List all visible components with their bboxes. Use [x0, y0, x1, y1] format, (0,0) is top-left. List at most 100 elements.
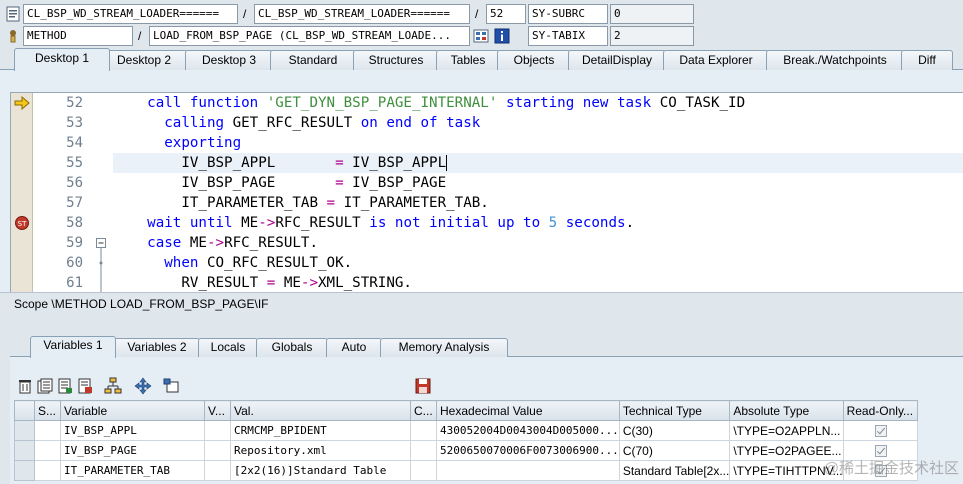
include-field[interactable]: CL_BSP_WD_STREAM_LOADER======: [254, 4, 470, 24]
tab-objects[interactable]: Objects: [497, 50, 571, 70]
table-row[interactable]: IV_BSP_APPL CRMCMP_BPIDENT 430052004D004…: [14, 420, 918, 441]
marker-gutter[interactable]: ST: [11, 93, 33, 292]
save-icon[interactable]: [414, 377, 432, 395]
hex-cell: 5200650070006F0073006900...: [436, 440, 620, 461]
tab-standard[interactable]: Standard: [270, 50, 356, 70]
export-icon[interactable]: [76, 377, 94, 395]
row-selector[interactable]: [14, 440, 35, 461]
absolute-type-cell[interactable]: \TYPE=O2APPLN...: [729, 420, 844, 441]
value-cell[interactable]: [2x2(16)]Standard Table: [230, 460, 411, 481]
variable-cell[interactable]: IT_PARAMETER_TAB: [60, 460, 205, 481]
variable-cell[interactable]: IV_BSP_APPL: [60, 420, 205, 441]
fold-guides: [96, 238, 106, 292]
tab-desktop-1[interactable]: Desktop 1: [14, 48, 110, 71]
column-header[interactable]: Variable: [60, 400, 205, 421]
technical-type-cell: C(70): [618, 440, 731, 461]
column-header[interactable]: S...: [34, 400, 61, 421]
tab-diff[interactable]: Diff: [901, 50, 953, 70]
code-line: IV_BSP_PAGE = IV_BSP_PAGE: [113, 175, 447, 191]
scope-label: Scope \METHOD LOAD_FROM_BSP_PAGE\IF: [0, 292, 963, 314]
separator: /: [243, 7, 247, 21]
column-header[interactable]: Hexadecimal Value: [436, 400, 620, 421]
variables-tabbar: Variables 1 Variables 2 Locals Globals A…: [10, 336, 963, 358]
tab-tables[interactable]: Tables: [436, 50, 500, 70]
separator: /: [475, 7, 479, 21]
technical-type-cell: Standard Table[2x...: [618, 460, 731, 481]
line-number: 54: [66, 135, 83, 151]
tab-detaildisplay[interactable]: DetailDisplay: [568, 50, 666, 70]
delete-icon[interactable]: [16, 377, 34, 395]
source-editor[interactable]: ST 52 53 54 55 56 57 58 59 60 61 call fu…: [10, 92, 963, 292]
hex-cell: [436, 460, 620, 481]
column-header[interactable]: Absolute Type: [729, 400, 844, 421]
breakpoint-icon[interactable]: ST: [14, 216, 30, 230]
code-line: IT_PARAMETER_TAB = IT_PARAMETER_TAB.: [113, 195, 489, 211]
hex-cell: 430052004D0043004D005000...: [436, 420, 620, 441]
value-icon-cell[interactable]: [204, 440, 231, 461]
hierarchy-icon[interactable]: [104, 377, 122, 395]
row-selector[interactable]: [14, 420, 35, 441]
line-number: 53: [66, 115, 83, 131]
line-number: 55: [66, 155, 83, 171]
event-row: METHOD / LOAD_FROM_BSP_PAGE (CL_BSP_WD_S…: [0, 26, 963, 46]
sysfield-name-field[interactable]: SY-SUBRC: [528, 4, 608, 24]
tab-variables-2[interactable]: Variables 2: [114, 338, 200, 357]
line-number: 59: [66, 235, 83, 251]
info-icon[interactable]: [494, 28, 510, 44]
column-header[interactable]: V...: [204, 400, 231, 421]
event-field[interactable]: LOAD_FROM_BSP_PAGE (CL_BSP_WD_STREAM_LOA…: [149, 26, 470, 46]
source-lines[interactable]: call function 'GET_DYN_BSP_PAGE_INTERNAL…: [113, 93, 963, 292]
tab-memory-analysis[interactable]: Memory Analysis: [380, 338, 508, 357]
tab-break-watchpoints[interactable]: Break./Watchpoints: [766, 50, 904, 70]
line-numbers: 52 53 54 55 56 57 58 59 60 61: [33, 93, 83, 292]
open-icon[interactable]: [56, 377, 74, 395]
tab-globals[interactable]: Globals: [256, 338, 328, 357]
table-row[interactable]: IT_PARAMETER_TAB [2x2(16)]Standard Table…: [14, 460, 918, 481]
row-selector[interactable]: [14, 460, 35, 481]
value-icon-cell[interactable]: [204, 460, 231, 481]
code-line: wait until ME->RFC_RESULT is not initial…: [147, 215, 635, 231]
variables-table[interactable]: S... Variable V... Val. C... Hexadecimal…: [14, 400, 918, 481]
read-only-checkbox: [874, 425, 887, 437]
tab-desktop-3[interactable]: Desktop 3: [185, 50, 273, 70]
move-icon[interactable]: [134, 377, 152, 395]
column-header[interactable]: Val.: [230, 400, 411, 421]
change-cell[interactable]: [410, 440, 437, 461]
tab-locals[interactable]: Locals: [198, 338, 258, 357]
sysfield-value-field[interactable]: 0: [610, 4, 694, 24]
variables-panel: Variables 1 Variables 2 Locals Globals A…: [0, 314, 963, 484]
tab-desktop-2[interactable]: Desktop 2: [100, 50, 188, 70]
tab-variables-1[interactable]: Variables 1: [30, 336, 116, 358]
code-line: calling GET_RFC_RESULT on end of task: [164, 115, 481, 131]
row-selector-header[interactable]: [14, 400, 35, 421]
fold-column: [91, 93, 111, 292]
new-tool-icon[interactable]: [162, 377, 180, 395]
column-header[interactable]: C...: [410, 400, 437, 421]
value-cell[interactable]: CRMCMP_BPIDENT: [230, 420, 411, 441]
sysfield2-value-field[interactable]: 2: [610, 26, 694, 46]
sysfield2-name-field[interactable]: SY-TABIX: [528, 26, 608, 46]
tab-data-explorer[interactable]: Data Explorer: [663, 50, 769, 70]
program-field[interactable]: CL_BSP_WD_STREAM_LOADER======: [23, 4, 238, 24]
variable-cell[interactable]: IV_BSP_PAGE: [60, 440, 205, 461]
delete-all-icon[interactable]: [36, 377, 54, 395]
column-header[interactable]: Technical Type: [618, 400, 731, 421]
table-row[interactable]: IV_BSP_PAGE Repository.xml 5200650070006…: [14, 440, 918, 461]
value-cell[interactable]: Repository.xml: [230, 440, 411, 461]
display-source-icon[interactable]: [473, 28, 489, 44]
read-only-cell: [842, 420, 918, 441]
tab-auto[interactable]: Auto: [326, 338, 382, 357]
code-line: IV_BSP_APPL = IV_BSP_APPL: [113, 153, 963, 173]
method-icon: [10, 30, 16, 43]
tab-structures[interactable]: Structures: [353, 50, 439, 70]
column-header[interactable]: Read-Only...: [842, 400, 918, 421]
event-type-field[interactable]: METHOD: [23, 26, 133, 46]
value-icon-cell[interactable]: [204, 420, 231, 441]
line-field[interactable]: 52: [486, 4, 526, 24]
change-cell[interactable]: [410, 460, 437, 481]
change-cell[interactable]: [410, 420, 437, 441]
source-code-panel: ST 52 53 54 55 56 57 58 59 60 61 call fu…: [0, 70, 963, 292]
current-line-arrow-icon: [14, 96, 30, 110]
watermark: @稀土掘金技术社区: [823, 460, 959, 477]
text-cursor: [446, 155, 448, 171]
